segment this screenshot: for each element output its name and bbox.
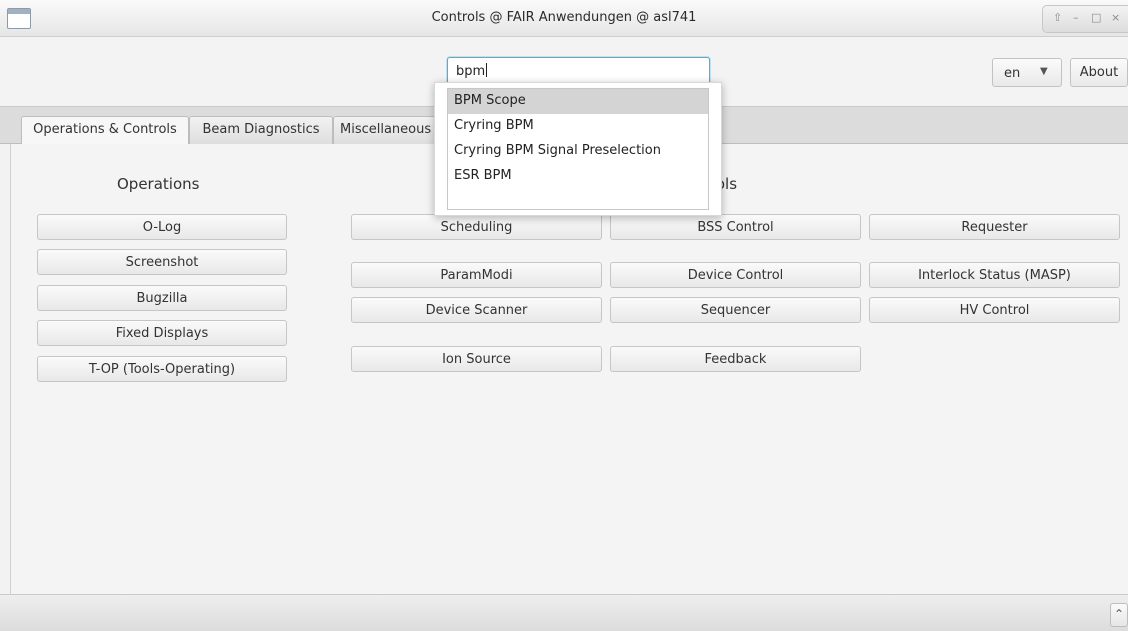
requester-button[interactable]: Requester (869, 214, 1120, 240)
o-log-button[interactable]: O-Log (37, 214, 287, 240)
interlock-status-button[interactable]: Interlock Status (MASP) (869, 262, 1120, 288)
sequencer-button[interactable]: Sequencer (610, 297, 861, 323)
language-select[interactable]: en ▼ (992, 58, 1062, 87)
bss-control-button[interactable]: BSS Control (610, 214, 861, 240)
maximize-icon[interactable]: □ (1091, 11, 1101, 24)
window-titlebar: Controls @ FAIR Anwendungen @ asl741 ⇧ –… (0, 0, 1128, 37)
close-icon[interactable]: × (1111, 11, 1120, 24)
suggestion-item[interactable]: BPM Scope (448, 89, 708, 114)
window-title: Controls @ FAIR Anwendungen @ asl741 (431, 10, 697, 25)
text-caret (486, 63, 488, 77)
ion-source-button[interactable]: Ion Source (351, 346, 602, 372)
search-suggestions-popup: BPM Scope Cryring BPM Cryring BPM Signal… (434, 82, 722, 216)
scheduling-button[interactable]: Scheduling (351, 214, 602, 240)
chevron-down-icon: ▼ (1040, 66, 1048, 77)
device-scanner-button[interactable]: Device Scanner (351, 297, 602, 323)
suggestion-item[interactable]: Cryring BPM (448, 114, 708, 139)
bugzilla-button[interactable]: Bugzilla (37, 285, 287, 311)
device-control-button[interactable]: Device Control (610, 262, 861, 288)
about-button[interactable]: About (1070, 58, 1128, 87)
window-controls: ⇧ – □ × (1042, 5, 1128, 33)
search-input[interactable]: bpm (447, 57, 710, 85)
shade-icon[interactable]: ⇧ (1053, 11, 1062, 24)
fixed-displays-button[interactable]: Fixed Displays (37, 320, 287, 346)
minimize-icon[interactable]: – (1073, 11, 1079, 24)
parammodi-button[interactable]: ParamModi (351, 262, 602, 288)
t-op-button[interactable]: T-OP (Tools-Operating) (37, 356, 287, 382)
suggestion-item[interactable]: ESR BPM (448, 164, 708, 189)
status-bar (0, 594, 1128, 631)
tab-operations-controls[interactable]: Operations & Controls (21, 116, 189, 145)
suggestions-list: BPM Scope Cryring BPM Cryring BPM Signal… (447, 88, 709, 210)
language-value: en (1004, 66, 1021, 81)
chevron-up-icon[interactable]: ⌃ (1110, 603, 1128, 627)
tab-beam-diagnostics[interactable]: Beam Diagnostics (189, 116, 333, 144)
search-input-value: bpm (456, 64, 486, 79)
tab-miscellaneous[interactable]: Miscellaneous (333, 116, 445, 144)
hv-control-button[interactable]: HV Control (869, 297, 1120, 323)
feedback-button[interactable]: Feedback (610, 346, 861, 372)
suggestion-item[interactable]: Cryring BPM Signal Preselection (448, 139, 708, 164)
operations-heading: Operations (117, 175, 200, 193)
screenshot-button[interactable]: Screenshot (37, 249, 287, 275)
